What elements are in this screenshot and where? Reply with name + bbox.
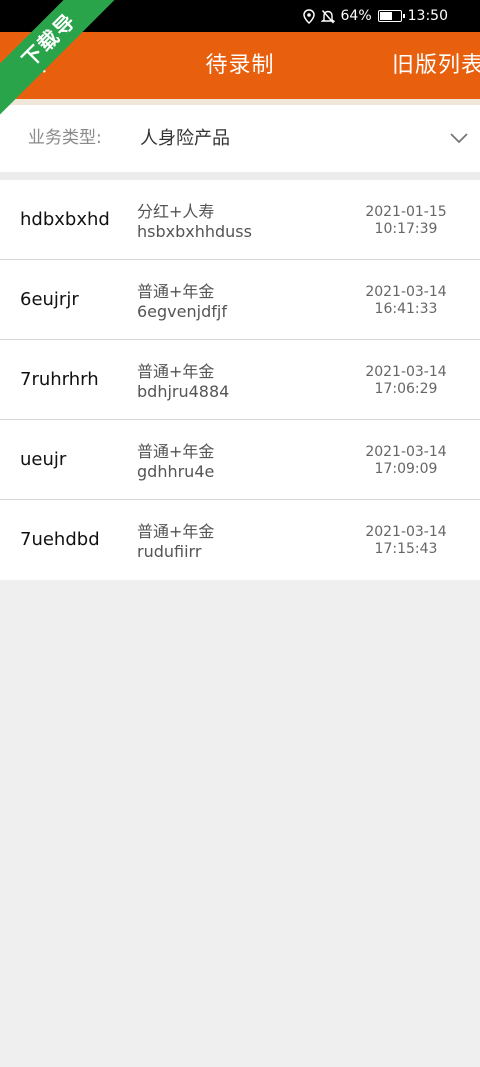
record-date: 2021-03-14: [365, 364, 447, 380]
record-time: 17:15:43: [374, 541, 438, 557]
record-code: rudufiirr: [137, 542, 202, 561]
record-time: 17:06:29: [374, 381, 438, 397]
record-code: bdhjru4884: [137, 382, 230, 401]
record-code: gdhhru4e: [137, 462, 215, 481]
record-list: hdbxbxhd 分红+人寿 hsbxbxhhduss 2021-01-15 10:17…: [0, 180, 480, 580]
record-type: 普通+年金: [137, 362, 215, 381]
old-list-link[interactable]: 旧版列表: [392, 32, 480, 99]
record-time: 17:09:09: [374, 461, 438, 477]
record-type: 普通+年金: [137, 442, 215, 461]
record-name: 7ruhrhrh: [20, 369, 99, 390]
battery-level: [379, 12, 392, 20]
record-type: 普通+年金: [137, 522, 215, 541]
list-item[interactable]: ueujr 普通+年金 gdhhru4e 2021-03-14 17:09:09: [0, 420, 480, 500]
record-name: 7uehdbd: [20, 529, 100, 550]
filter-label: 业务类型:: [28, 128, 102, 148]
business-type-filter[interactable]: 业务类型: 人身险产品: [0, 105, 480, 172]
record-code: hsbxbxhhduss: [137, 222, 252, 241]
record-date: 2021-01-15: [365, 204, 447, 220]
record-date: 2021-03-14: [365, 284, 447, 300]
filter-value[interactable]: 人身险产品: [140, 105, 230, 172]
list-item[interactable]: 6eujrjr 普通+年金 6egvenjdfjf 2021-03-14 16:41:3…: [0, 260, 480, 340]
list-item[interactable]: hdbxbxhd 分红+人寿 hsbxbxhhduss 2021-01-15 10:17…: [0, 180, 480, 260]
record-code: 6egvenjdfjf: [137, 302, 227, 321]
clock: 13:50: [407, 8, 448, 24]
record-type: 分红+人寿: [137, 202, 215, 221]
record-name: 6eujrjr: [20, 289, 79, 310]
status-icons: 64% 13:50: [302, 0, 448, 32]
battery-icon: [377, 10, 405, 22]
record-name: hdbxbxhd: [20, 209, 110, 230]
record-name: ueujr: [20, 449, 67, 470]
location-icon: [302, 8, 315, 24]
record-date: 2021-03-14: [365, 444, 447, 460]
list-item[interactable]: 7ruhrhrh 普通+年金 bdhjru4884 2021-03-14 17:06:2…: [0, 340, 480, 420]
record-type: 普通+年金: [137, 282, 215, 301]
record-time: 10:17:39: [374, 221, 438, 237]
record-date: 2021-03-14: [365, 524, 447, 540]
chevron-down-icon[interactable]: [448, 127, 470, 149]
filter-gap: [0, 172, 480, 180]
list-item[interactable]: 7uehdbd 普通+年金 rudufiirr 2021-03-14 17:15:43: [0, 500, 480, 580]
record-time: 16:41:33: [374, 301, 438, 317]
battery-percent: 64%: [340, 8, 372, 24]
mute-bell-icon: [320, 9, 335, 24]
